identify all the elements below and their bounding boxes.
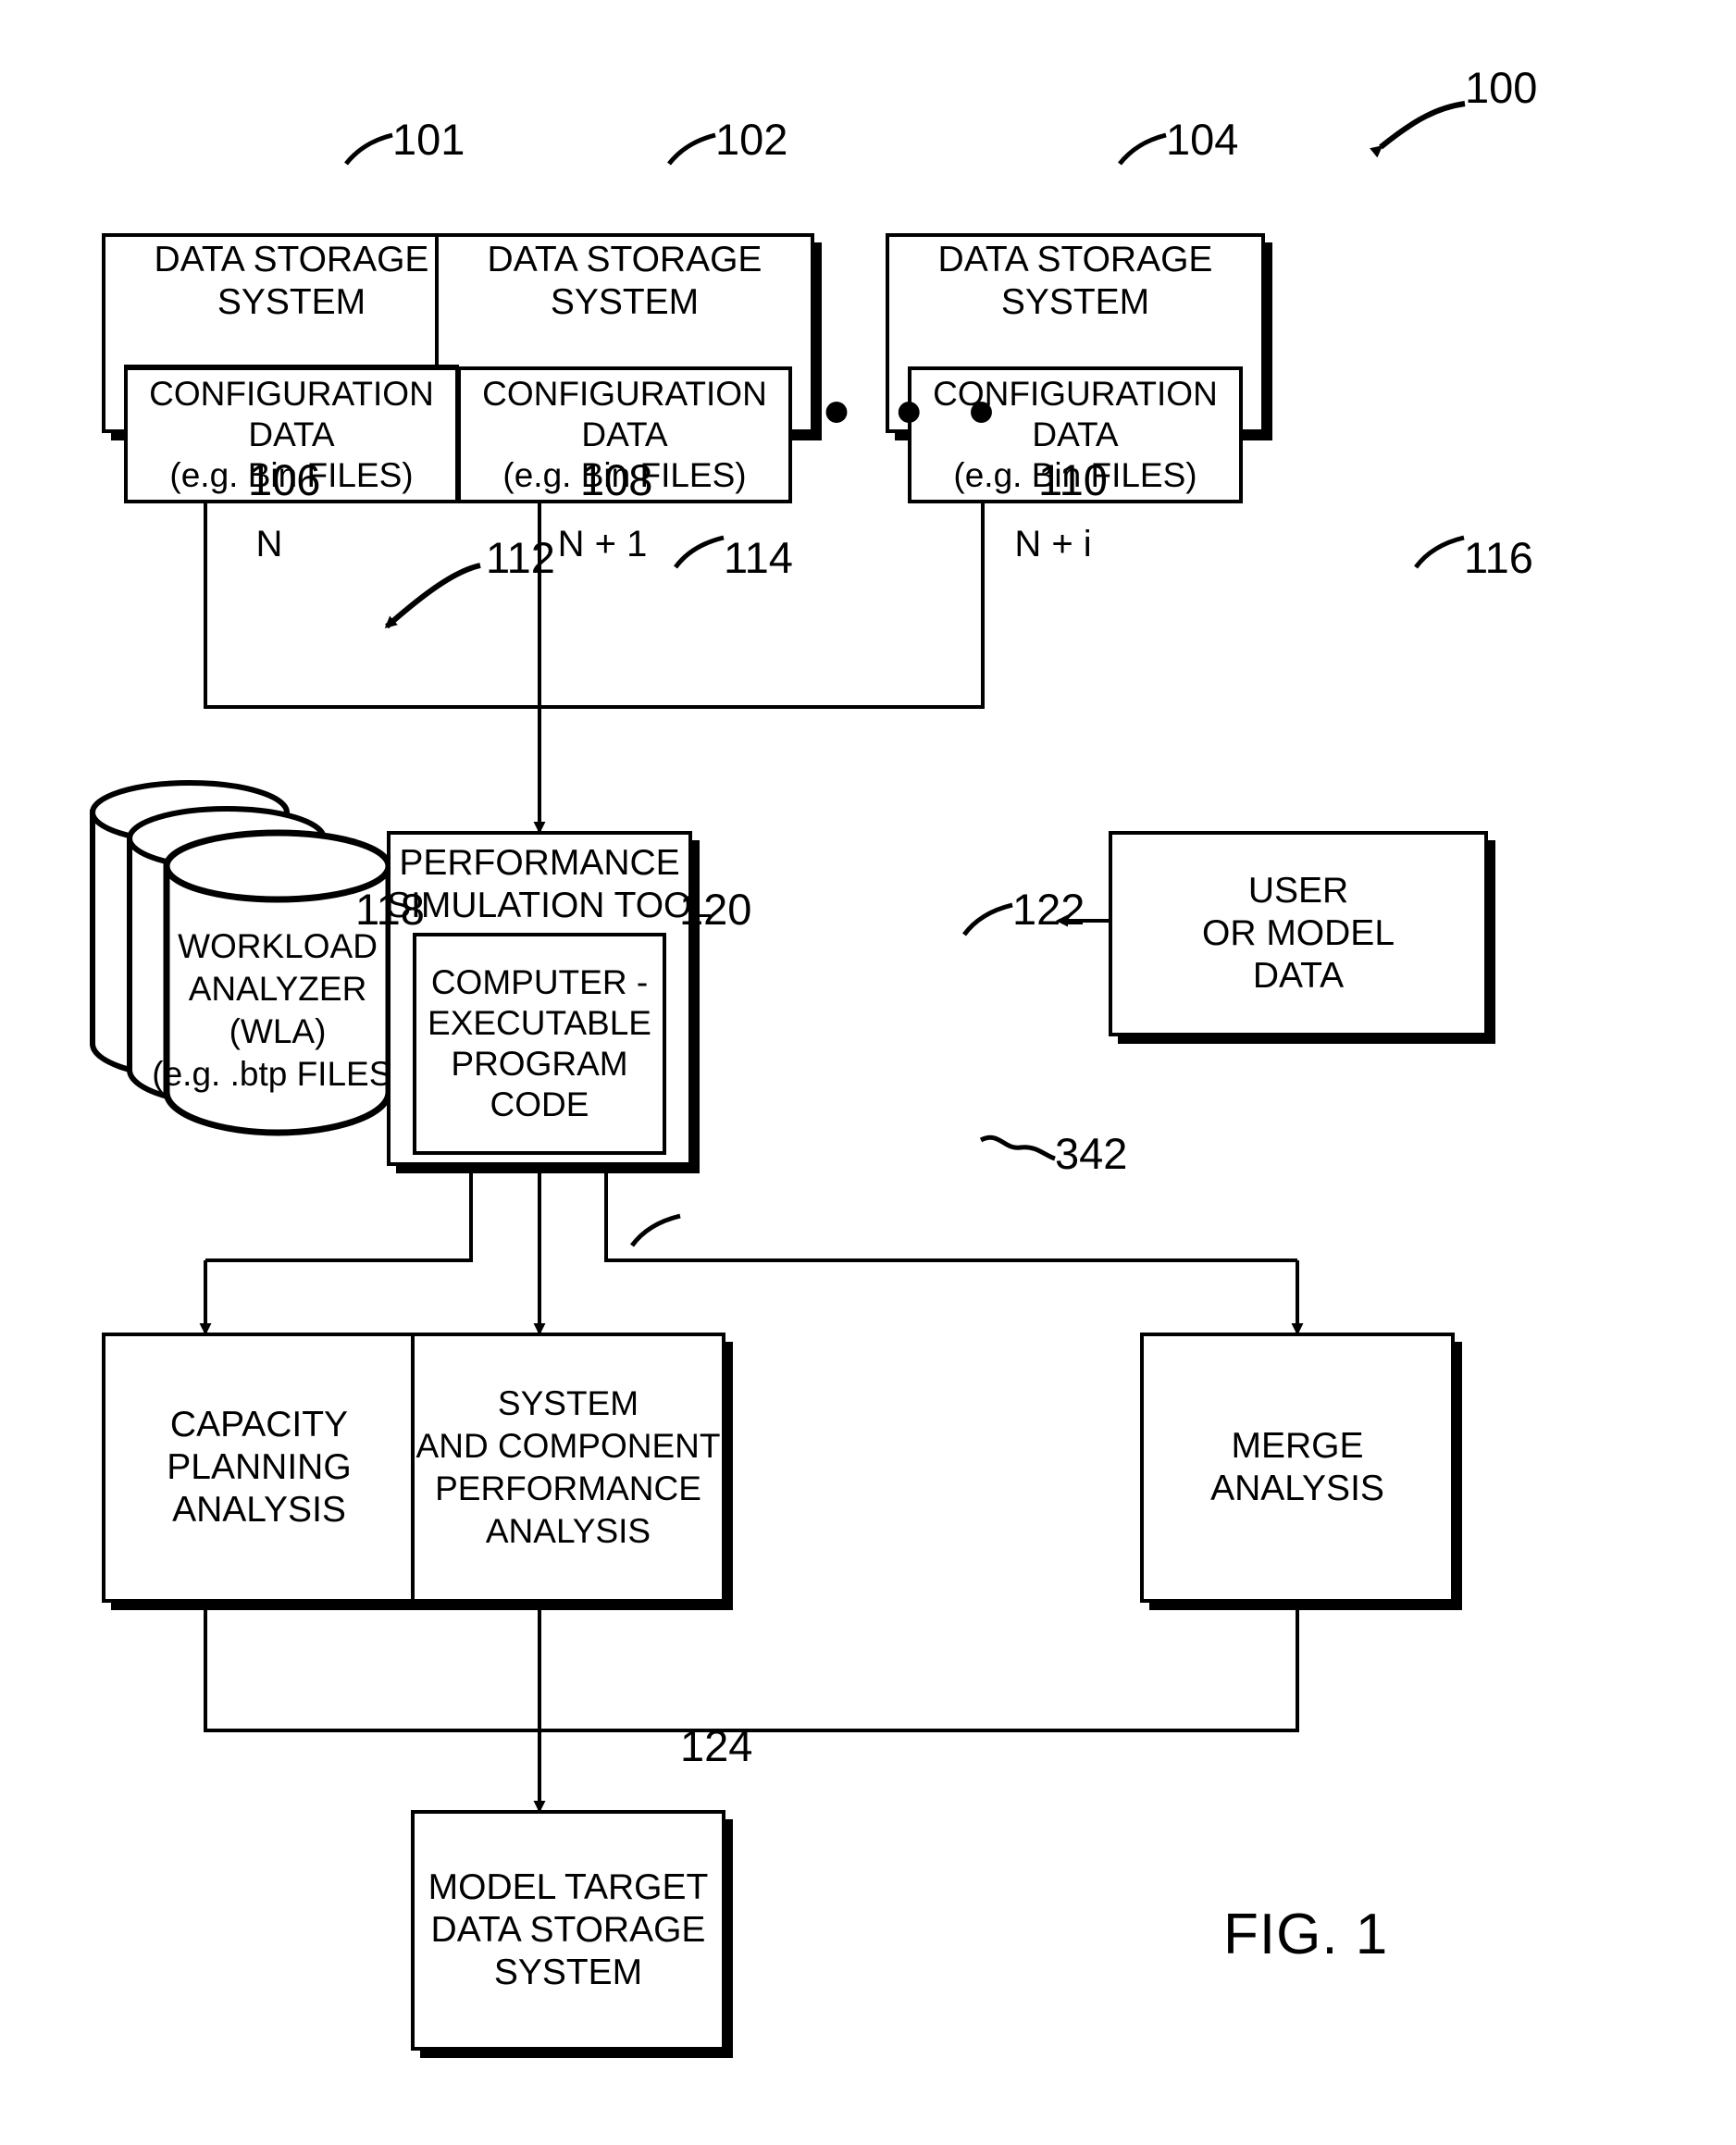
ref-104: 104 (1166, 115, 1239, 164)
figure-label: FIG. 1 (1223, 1903, 1389, 1966)
userdata-line2: OR MODEL (1201, 913, 1395, 953)
model-target-line2: DATA STORAGE (430, 1910, 706, 1950)
merge-analysis-text: MERGE ANALYSIS (1140, 1333, 1455, 1603)
userdata-line3: DATA (1252, 956, 1345, 996)
system-component-performance-analysis-text: SYSTEM AND COMPONENT PERFORMANCE ANALYSI… (411, 1333, 725, 1603)
wla-line3: (WLA) (229, 1012, 327, 1050)
analysis-120-line3: PERFORMANCE (435, 1469, 701, 1507)
storage-101-title-line2: SYSTEM (217, 282, 366, 322)
workload-analyzer-cylinder-stack: WORKLOAD ANALYZER (WLA) (e.g. .btp FILES… (88, 766, 403, 1155)
leader-104 (1118, 132, 1167, 166)
model-target-line1: MODEL TARGET (428, 1867, 709, 1907)
ref-124: 124 (680, 1721, 753, 1770)
simtool-title-line2: SIMULATION TOOL (387, 886, 713, 925)
leader-100 (1370, 101, 1466, 158)
config-101-line1: CONFIGURATION (149, 375, 434, 413)
wla-line2: ANALYZER (188, 970, 367, 1008)
simtool-title-line1: PERFORMANCE (399, 843, 680, 883)
capacity-planning-analysis-text: CAPACITY PLANNING ANALYSIS (102, 1333, 416, 1603)
analysis-120-line4: ANALYSIS (485, 1512, 651, 1550)
storage-104-title-line1: DATA STORAGE (937, 240, 1213, 279)
ref-114: 114 (724, 533, 793, 582)
userdata-line1: USER (1247, 871, 1349, 911)
ref-108: 108 (580, 455, 653, 504)
ref-110: 110 (1038, 455, 1108, 504)
storage-102-title-line2: SYSTEM (550, 282, 700, 322)
leader-102 (667, 132, 716, 166)
config-102-line2: DATA (581, 415, 668, 453)
leader-112 (384, 563, 481, 629)
storage-104-index: N + i (1014, 524, 1092, 564)
storage-101-index: N (255, 524, 283, 564)
data-storage-system-101-titles: DATA STORAGE SYSTEM (102, 239, 481, 324)
data-storage-system-102-titles: DATA STORAGE SYSTEM (435, 239, 814, 324)
patent-figure-1: DATA STORAGE SYSTEM DATA STORAGE SYSTEM … (0, 0, 1736, 2145)
analysis-122-line2: ANALYSIS (1210, 1469, 1384, 1508)
ref-112: 112 (486, 533, 555, 582)
config-101-line2: DATA (248, 415, 335, 453)
ref-116: 116 (1464, 533, 1533, 582)
storage-104-title-line2: SYSTEM (1000, 282, 1150, 322)
wla-line4: (e.g. .btp FILES) (152, 1055, 403, 1093)
model-target-line3: SYSTEM (493, 1953, 643, 1992)
code-line2: EXECUTABLE (428, 1004, 651, 1042)
ref-101: 101 (392, 115, 465, 164)
leader-122 (961, 902, 1013, 936)
leader-124 (629, 1213, 681, 1247)
ellipsis-between-systems: • • • (824, 370, 1008, 453)
leader-116 (1413, 535, 1465, 569)
ref-106: 106 (248, 455, 321, 504)
squiggle-342 (979, 1134, 1056, 1161)
analysis-120-line2: AND COMPONENT (415, 1427, 721, 1465)
user-or-model-data-text: USER OR MODEL DATA (1109, 831, 1488, 1036)
analysis-118-line1: CAPACITY (169, 1405, 349, 1444)
ref-120: 120 (679, 885, 752, 934)
analysis-120-line1: SYSTEM (497, 1384, 639, 1422)
analysis-118-line3: ANALYSIS (172, 1490, 346, 1530)
config-102-line1: CONFIGURATION (482, 375, 767, 413)
ref-100: 100 (1465, 63, 1538, 112)
ref-102: 102 (715, 115, 788, 164)
ref-342: 342 (1055, 1129, 1128, 1178)
leader-101 (344, 132, 393, 166)
analysis-122-line1: MERGE (1231, 1426, 1364, 1466)
simulation-tool-title: PERFORMANCE SIMULATION TOOL (387, 842, 713, 927)
code-line4: CODE (490, 1085, 589, 1123)
ref-118: 118 (355, 885, 425, 934)
storage-101-title-line1: DATA STORAGE (154, 240, 429, 279)
code-line1: COMPUTER - (430, 963, 649, 1001)
code-line3: PROGRAM (451, 1045, 628, 1083)
analysis-118-line2: PLANNING (167, 1447, 352, 1487)
ref-122: 122 (1012, 885, 1085, 934)
storage-102-title-line1: DATA STORAGE (487, 240, 763, 279)
config-104-line2: DATA (1032, 415, 1119, 453)
model-target-data-storage-system-text: MODEL TARGET DATA STORAGE SYSTEM (411, 1810, 725, 2051)
data-storage-system-104-titles: DATA STORAGE SYSTEM (886, 239, 1265, 324)
computer-executable-program-code-box: COMPUTER - EXECUTABLE PROGRAM CODE (413, 933, 666, 1155)
